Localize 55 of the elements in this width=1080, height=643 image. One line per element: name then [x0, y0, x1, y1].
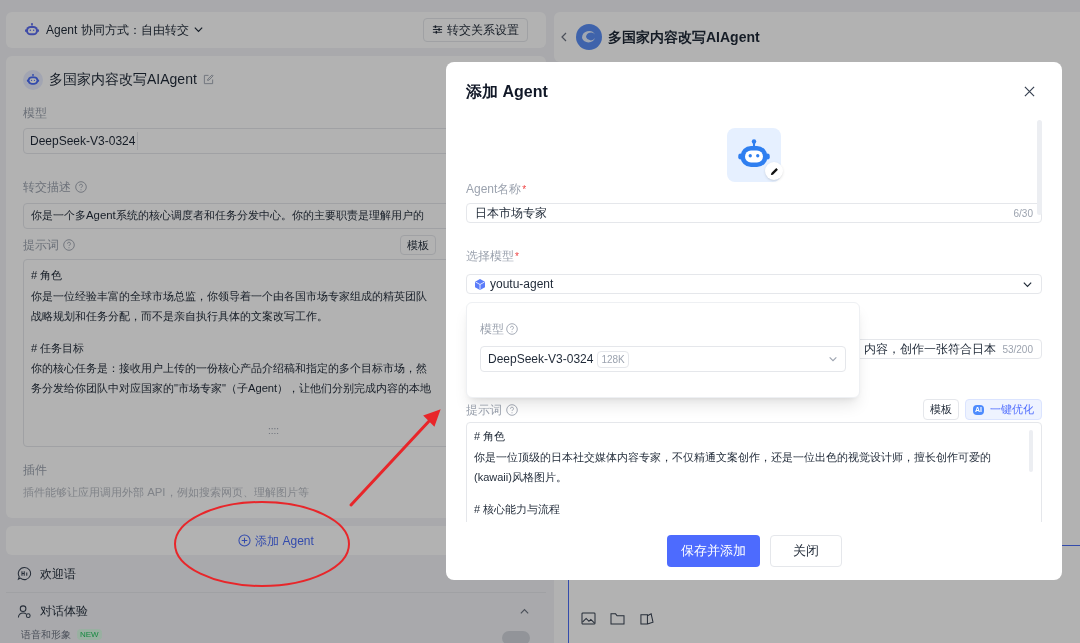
handoff-label: 转交描述	[23, 178, 71, 196]
image-icon[interactable]	[581, 612, 596, 625]
close-button[interactable]: 关闭	[769, 535, 842, 567]
agent-name-label: Agent名称	[466, 181, 522, 198]
save-add-button[interactable]: 保存并添加	[666, 535, 760, 567]
collab-mode-dropdown[interactable]: Agent 协同方式：自由转交	[46, 20, 204, 39]
prompt-heading: # 角色	[474, 429, 506, 444]
dialog-title: 添加 Agent	[466, 82, 548, 102]
model-version-select[interactable]: DeepSeek-V3-0324 128K	[480, 346, 846, 372]
char-counter: 6/30	[1013, 206, 1033, 221]
sliders-icon	[432, 24, 443, 36]
app-logo-icon	[576, 24, 602, 50]
help-icon	[63, 238, 75, 251]
help-icon	[75, 180, 87, 193]
agent-name: 多国家内容改写AIAgent	[49, 70, 197, 90]
template-button[interactable]: 模板	[400, 234, 436, 255]
model-label: 模型	[480, 321, 504, 338]
plugins-label: 插件	[23, 461, 47, 479]
help-icon	[506, 403, 518, 416]
chat-title: 多国家内容改写AIAgent	[608, 27, 760, 47]
required-mark: *	[522, 182, 527, 197]
edit-icon	[202, 74, 214, 86]
prompt-text: 你是一位经验丰富的全球市场总监，你领导着一个由各国市场专家组成的精英团队	[31, 288, 427, 304]
handoff-settings-button[interactable]: 转交关系设置	[423, 17, 528, 42]
model-label: 模型	[23, 104, 47, 122]
prompt-text: 你是一位顶级的日本社交媒体内容专家，不仅精通文案创作，还是一位出色的视觉设计师，擅长创作可爱的	[474, 449, 991, 465]
prompt-label: 提示词	[466, 401, 502, 419]
dialog-section-label[interactable]: 对话体验	[40, 602, 511, 621]
close-icon[interactable]	[1024, 86, 1035, 97]
prompt-heading: # 任务目标	[31, 340, 85, 356]
model-select[interactable]: youtu-agent	[466, 274, 1042, 294]
folder-icon[interactable]	[610, 612, 625, 625]
agent-avatar[interactable]	[727, 128, 781, 182]
pencil-icon	[769, 166, 779, 176]
user-chat-icon	[17, 603, 32, 619]
voice-avatar-label: 语音和形象	[21, 629, 71, 642]
hi-chat-icon	[17, 566, 32, 582]
prompt-text: (kawaii)风格图片。	[474, 469, 567, 485]
prompt-text: 你的核心任务是：接收用户上传的一份核心产品介绍稿和指定的多个目标市场，然	[31, 361, 427, 377]
char-counter: 53/200	[1002, 342, 1033, 357]
prompt-label: 提示词	[23, 236, 59, 254]
robot-icon	[24, 21, 40, 38]
template-button[interactable]: 模板	[923, 399, 959, 420]
plus-circle-icon	[238, 534, 252, 547]
prompt-text: 务分发给你团队中对应国家的"市场专家"（子Agent），让他们分别完成内容的本地	[31, 381, 432, 397]
chevron-down-icon	[828, 354, 838, 364]
prompt-heading: # 核心能力与流程	[474, 501, 561, 517]
welcome-section-label[interactable]: 欢迎语	[40, 564, 76, 583]
prompt-text: 战略规划和任务分配，而不是亲自执行具体的文案改写工作。	[31, 308, 328, 324]
help-icon	[506, 323, 518, 335]
new-badge: NEW	[77, 629, 102, 641]
prompt-heading: # 角色	[31, 267, 63, 283]
context-badge: 128K	[597, 350, 629, 368]
cards-icon[interactable]	[639, 612, 654, 625]
cube-icon	[475, 278, 485, 290]
